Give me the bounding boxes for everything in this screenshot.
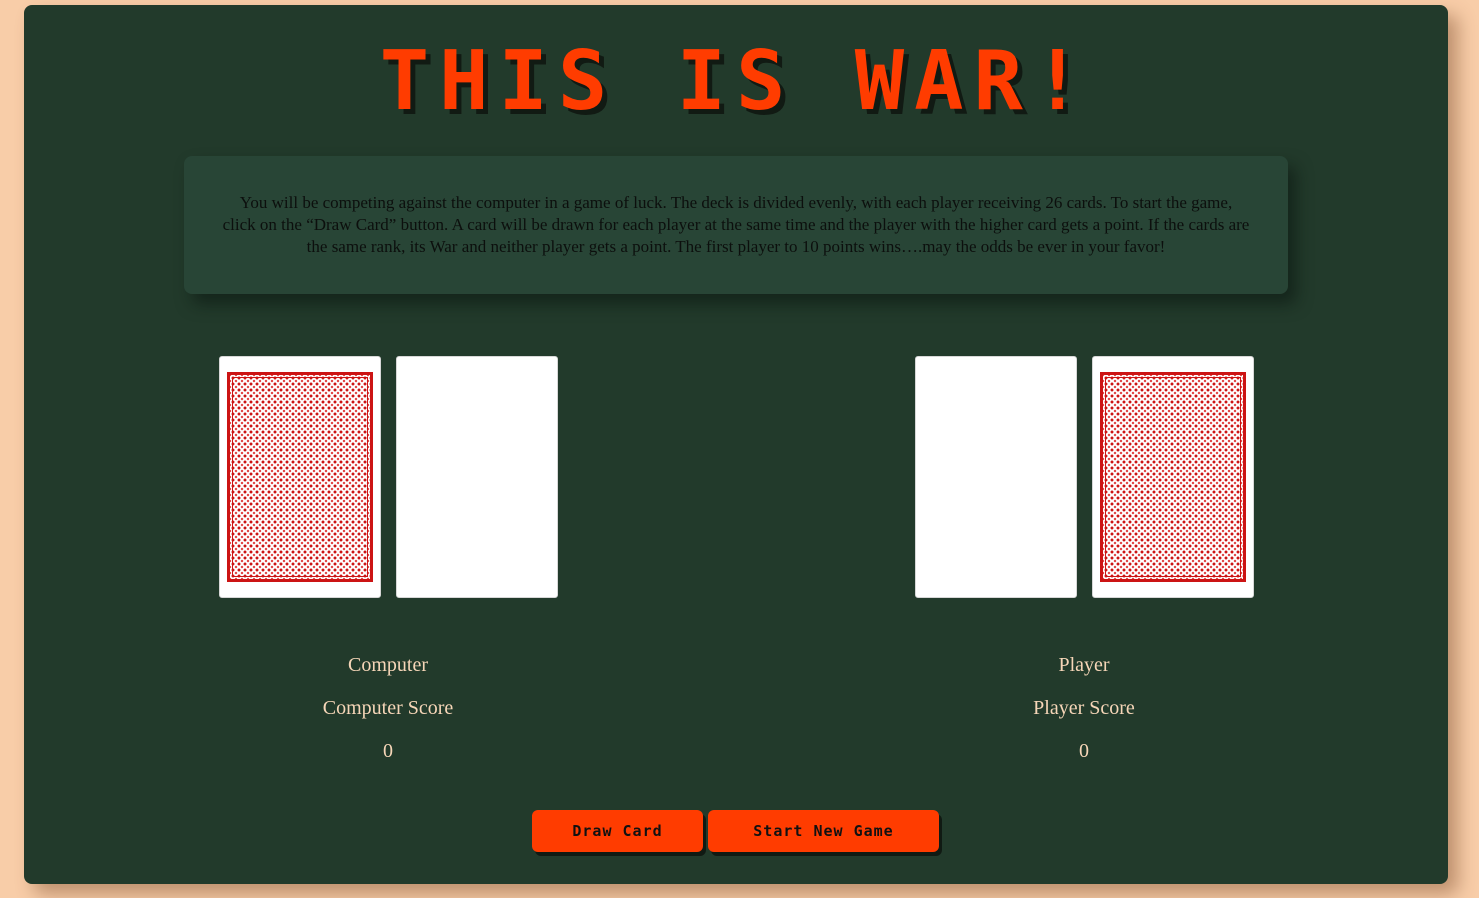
card-back-icon bbox=[1100, 372, 1246, 582]
computer-name: Computer bbox=[348, 654, 428, 676]
start-new-game-button[interactable]: Start New Game bbox=[708, 810, 939, 852]
player-drawn-card bbox=[915, 356, 1077, 598]
game-panel: THIS IS WAR! You will be competing again… bbox=[24, 5, 1448, 884]
instructions-box: You will be competing against the comput… bbox=[184, 156, 1288, 294]
player-name: Player bbox=[1058, 654, 1110, 676]
player-deck bbox=[1092, 356, 1254, 598]
computer-score-label: Computer Score bbox=[322, 697, 454, 719]
instructions-text: You will be competing against the comput… bbox=[222, 193, 1250, 256]
computer-drawn-card bbox=[396, 356, 558, 598]
player-score-value: 0 bbox=[1079, 740, 1089, 762]
page-title: THIS IS WAR! bbox=[379, 34, 1093, 129]
computer-score-value: 0 bbox=[383, 740, 393, 762]
player-score-label: Player Score bbox=[1033, 697, 1135, 719]
draw-card-button[interactable]: Draw Card bbox=[532, 810, 703, 852]
computer-deck bbox=[219, 356, 381, 598]
card-back-icon bbox=[227, 372, 373, 582]
